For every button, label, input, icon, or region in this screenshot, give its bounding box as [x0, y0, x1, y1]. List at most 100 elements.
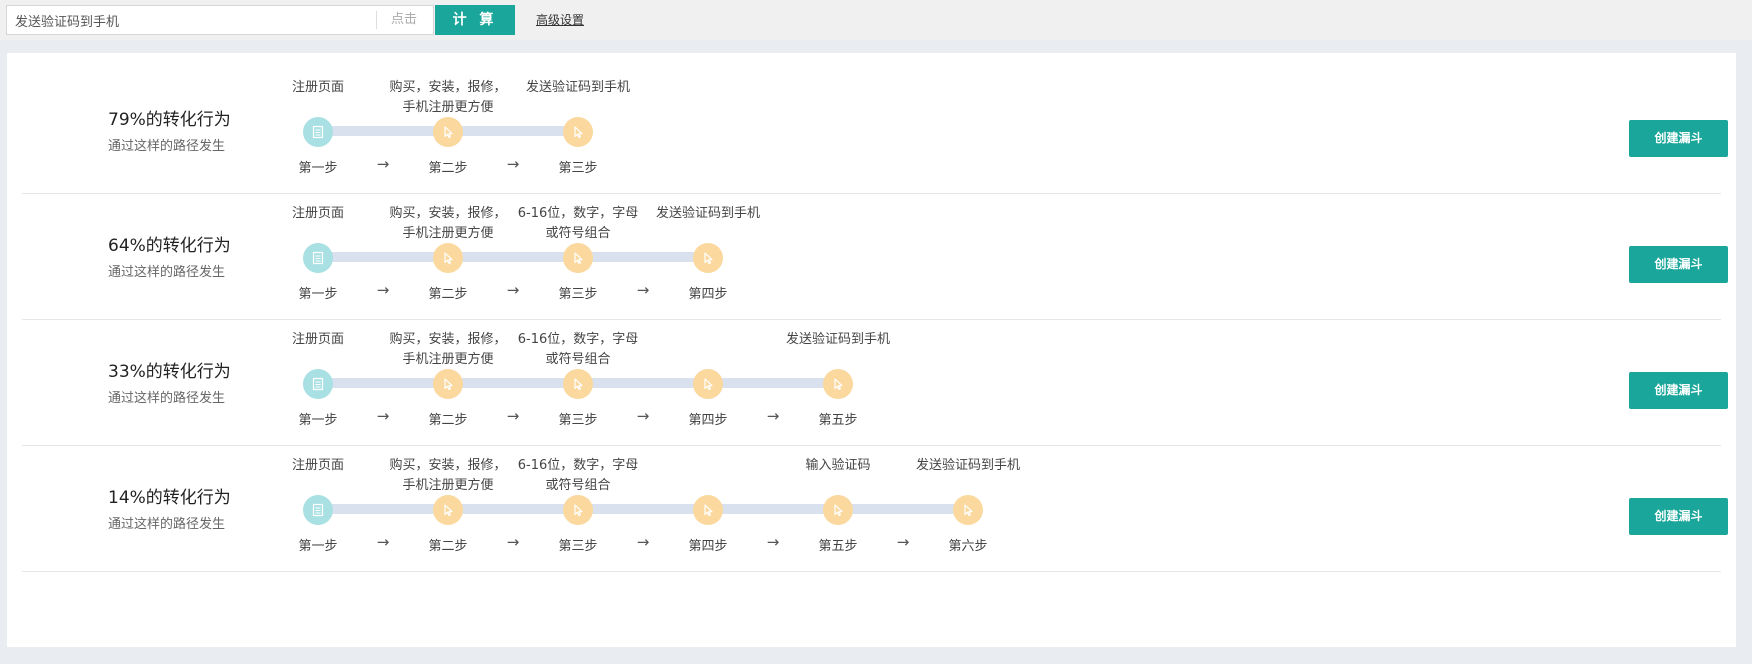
step-node[interactable] — [433, 369, 463, 399]
step-arrow: → — [376, 281, 390, 299]
step-arrow: → — [376, 533, 390, 551]
cursor-icon — [571, 251, 585, 265]
step-title-line: 发送验证码到手机 — [525, 80, 630, 95]
results-panel: 79%的转化行为 通过这样的路径发生 注册页面 第一步 → 购买，安装，报修， 手机注册… — [7, 53, 1736, 647]
create-funnel-button[interactable]: 创建漏斗 — [1629, 246, 1728, 283]
step-title: 发送验证码到手机 — [893, 456, 1043, 476]
step-title-line: 输入验证码 — [805, 458, 871, 473]
step-label: 第二步 — [428, 287, 468, 302]
page-icon — [311, 377, 325, 391]
step-node[interactable] — [563, 369, 593, 399]
search-hint[interactable]: 点击 — [379, 6, 429, 34]
path-track — [318, 252, 708, 262]
path-diagram: 注册页面 第一步 → 购买，安装，报修， 手机注册更方便 第二步 → 6-16位，数字，字母或… — [22, 305, 1322, 446]
path-diagram: 注册页面 第一步 → 购买，安装，报修， 手机注册更方便 第二步 → 发送验证码到手机 第三步 — [22, 53, 1322, 194]
advanced-settings-link[interactable]: 高级设置 — [536, 11, 584, 28]
step-label: 第三步 — [558, 287, 598, 302]
path-row: 79%的转化行为 通过这样的路径发生 注册页面 第一步 → 购买，安装，报修， 手机注册… — [22, 53, 1728, 194]
calculate-button[interactable]: 计 算 — [435, 5, 515, 35]
step-node[interactable] — [433, 243, 463, 273]
step-title: 发送验证码到手机 — [503, 78, 653, 98]
step-title-line: 手机注册更方便 — [402, 478, 494, 493]
step-title-line: 发送验证码到手机 — [655, 206, 760, 221]
create-funnel-button[interactable]: 创建漏斗 — [1629, 372, 1728, 409]
step-title-line: 6-16位，数字，字母 — [517, 206, 639, 221]
step-arrow: → — [766, 533, 780, 551]
step-node[interactable] — [823, 495, 853, 525]
step-title: 6-16位，数字，字母 或符号组合 — [503, 456, 653, 496]
create-funnel-button[interactable]: 创建漏斗 — [1629, 498, 1728, 535]
step-arrow: → — [766, 407, 780, 425]
step-title-line: 6-16位，数字，字母 — [517, 458, 639, 473]
step-arrow: → — [636, 533, 650, 551]
step-node[interactable] — [693, 369, 723, 399]
step-title-line: 或符号组合 — [545, 226, 611, 241]
step-arrow: → — [636, 407, 650, 425]
step-label: 第五步 — [818, 539, 858, 554]
step-title: 购买，安装，报修， 手机注册更方便 — [373, 78, 523, 118]
step-node[interactable] — [953, 495, 983, 525]
cursor-icon — [961, 503, 975, 517]
step-node[interactable] — [693, 495, 723, 525]
step-node[interactable] — [303, 495, 333, 525]
toolbar: 点击 计 算 高级设置 — [0, 0, 1752, 40]
step-title-line: 手机注册更方便 — [402, 226, 494, 241]
cursor-icon — [701, 377, 715, 391]
step-label: 第二步 — [428, 161, 468, 176]
step-title-line: 或符号组合 — [545, 478, 611, 493]
step-title-line: 购买，安装，报修， — [389, 80, 507, 95]
page-icon — [311, 503, 325, 517]
step-title-line: 注册页面 — [291, 332, 344, 347]
step-node[interactable] — [433, 117, 463, 147]
step-arrow: → — [506, 155, 520, 173]
search-divider — [376, 11, 377, 29]
step-title-line: 手机注册更方便 — [402, 352, 494, 367]
step-label: 第三步 — [558, 539, 598, 554]
page-icon — [311, 251, 325, 265]
step-title-line: 注册页面 — [291, 80, 344, 95]
step-title: 购买，安装，报修， 手机注册更方便 — [373, 204, 523, 244]
step-arrow: → — [376, 407, 390, 425]
step-title: 发送验证码到手机 — [633, 204, 783, 224]
cursor-icon — [441, 377, 455, 391]
path-row: 14%的转化行为 通过这样的路径发生 注册页面 第一步 → 购买，安装，报修， 手机注册… — [22, 431, 1728, 572]
step-title-line: 购买，安装，报修， — [389, 206, 507, 221]
path-track — [318, 504, 968, 514]
step-node[interactable] — [433, 495, 463, 525]
path-row: 33%的转化行为 通过这样的路径发生 注册页面 第一步 → 购买，安装，报修， 手机注册… — [22, 305, 1728, 446]
step-title: 发送验证码到手机 — [763, 330, 913, 350]
step-label: 第三步 — [558, 161, 598, 176]
step-title: 购买，安装，报修， 手机注册更方便 — [373, 456, 523, 496]
step-title-line: 或符号组合 — [545, 352, 611, 367]
cursor-icon — [831, 503, 845, 517]
search-box: 点击 — [6, 5, 434, 35]
step-node[interactable] — [563, 243, 593, 273]
step-title: 6-16位，数字，字母 或符号组合 — [503, 204, 653, 244]
step-label: 第一步 — [298, 287, 338, 302]
step-node[interactable] — [693, 243, 723, 273]
step-node[interactable] — [563, 495, 593, 525]
step-title: 注册页面 — [243, 330, 393, 350]
step-arrow: → — [506, 533, 520, 551]
step-node[interactable] — [563, 117, 593, 147]
step-title-line: 购买，安装，报修， — [389, 332, 507, 347]
step-label: 第二步 — [428, 539, 468, 554]
step-title-line: 发送验证码到手机 — [915, 458, 1020, 473]
step-title: 输入验证码 — [763, 456, 913, 476]
step-title: 注册页面 — [243, 204, 393, 224]
step-title: 注册页面 — [243, 78, 393, 98]
step-node[interactable] — [303, 243, 333, 273]
step-label: 第六步 — [948, 539, 988, 554]
cursor-icon — [701, 251, 715, 265]
create-funnel-button[interactable]: 创建漏斗 — [1629, 120, 1728, 157]
step-label: 第四步 — [688, 539, 728, 554]
step-label: 第四步 — [688, 287, 728, 302]
step-arrow: → — [376, 155, 390, 173]
search-input[interactable] — [7, 6, 375, 34]
step-node[interactable] — [303, 117, 333, 147]
page-icon — [311, 125, 325, 139]
step-arrow: → — [896, 533, 910, 551]
step-node[interactable] — [823, 369, 853, 399]
step-node[interactable] — [303, 369, 333, 399]
cursor-icon — [441, 251, 455, 265]
